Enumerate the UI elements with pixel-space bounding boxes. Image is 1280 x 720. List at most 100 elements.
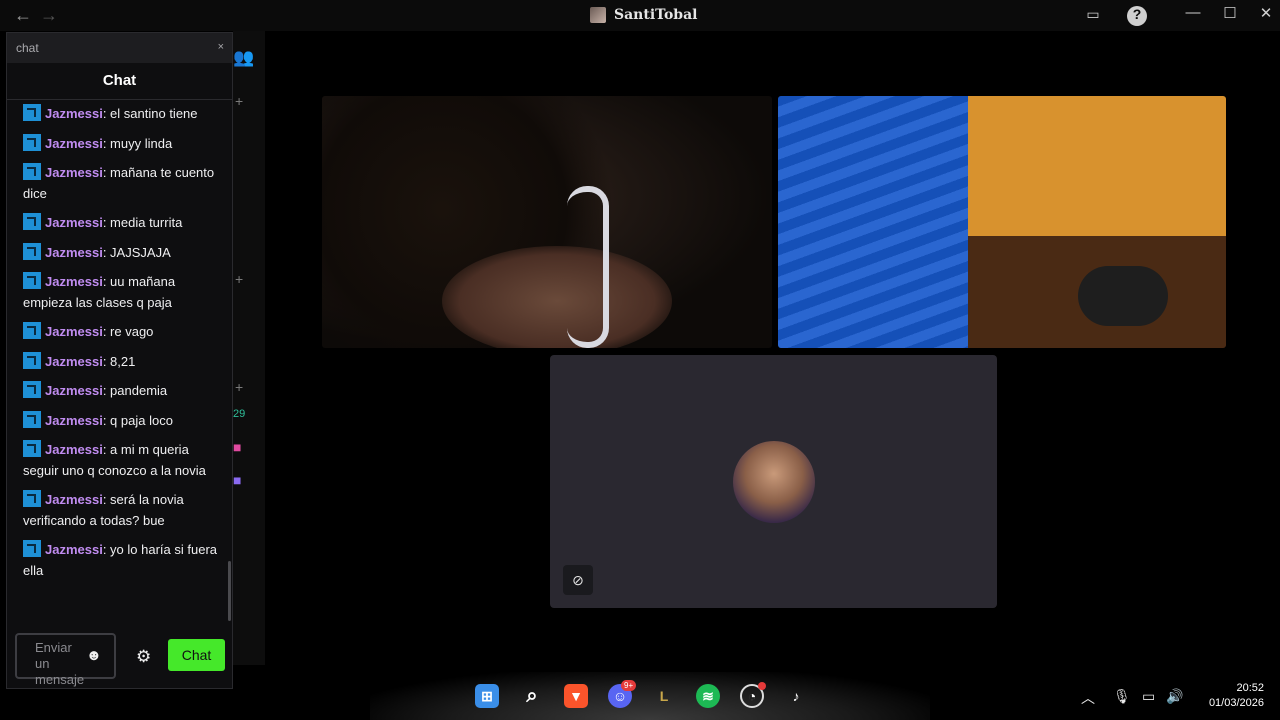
close-button[interactable]: ✕ (1256, 4, 1276, 26)
user-badge-icon (23, 322, 41, 339)
league-of-legends-icon[interactable]: L (652, 684, 676, 708)
windows-start-icon[interactable]: ⊞ (475, 684, 499, 708)
chat-message-text: : media turrita (102, 215, 183, 230)
chat-message: Jazmessi: pandemia (7, 377, 227, 407)
user-badge-icon (23, 410, 41, 428)
chat-send-button[interactable]: Chat (168, 639, 225, 671)
plus-icon[interactable]: + (235, 379, 243, 395)
clock-time: 20:52 (1236, 682, 1264, 694)
chat-message: Jazmessi: mañana te cuento dice (7, 159, 227, 209)
video-tile-participant-1[interactable] (322, 96, 772, 348)
chat-message: Jazmessi: a mi m queria seguir uno q con… (7, 436, 227, 486)
video-frame (968, 96, 1226, 236)
user-badge-icon (23, 351, 41, 369)
window-title-text: SantiTobal (614, 7, 698, 23)
chat-message: Jazmessi: uu mañana empieza las clases q… (7, 268, 227, 318)
chat-message-list[interactable]: Jazmessi: el santino tiene Jazmessi: muyy… (7, 100, 227, 620)
chat-close-button[interactable]: × (218, 41, 224, 53)
chat-username[interactable]: Jazmessi (45, 492, 103, 507)
brave-browser-icon[interactable]: ▼ (564, 684, 588, 708)
chat-message: Jazmessi: 8,21 (7, 348, 227, 378)
chat-username[interactable]: Jazmessi (45, 215, 103, 230)
chat-username[interactable]: Jazmessi (45, 383, 103, 398)
window-title: SantiTobal (590, 7, 697, 23)
headphones-shape (567, 186, 609, 348)
back-arrow-icon[interactable]: ← (14, 5, 32, 26)
app-icon[interactable]: ■ (233, 439, 241, 455)
video-frame (442, 246, 672, 348)
taskbar (370, 672, 930, 720)
help-icon[interactable]: ? (1127, 6, 1147, 26)
chat-scrollbar[interactable] (228, 561, 231, 621)
user-badge-icon (23, 381, 41, 398)
chat-username[interactable]: Jazmessi (45, 106, 103, 121)
title-bar: ← → SantiTobal ▭ ? — ☐ ✕ (0, 0, 1280, 31)
chat-message-text: : muyy linda (102, 135, 173, 151)
microphone-shape (1078, 266, 1168, 326)
user-badge-icon (23, 163, 41, 180)
clock-date: 01/03/2026 (1208, 697, 1264, 709)
maximize-button[interactable]: ☐ (1220, 4, 1240, 26)
network-icon[interactable]: ▭ (1142, 688, 1155, 705)
chat-username[interactable]: Jazmessi (45, 245, 103, 260)
chat-input-placeholder: Enviar un mensaje (35, 640, 85, 687)
chat-window-header: chat × (7, 33, 232, 63)
chat-username[interactable]: Jazmessi (45, 542, 103, 557)
chat-username[interactable]: Jazmessi (45, 354, 103, 369)
tiktok-icon[interactable]: ♪ (784, 684, 808, 708)
search-icon[interactable]: ⌕ (520, 684, 544, 708)
chat-message: Jazmessi: el santino tiene (7, 100, 227, 130)
chat-message: Jazmessi: JAJSJAJA (7, 239, 227, 269)
user-badge-icon (23, 104, 41, 121)
chat-message: Jazmessi: re vago (7, 318, 227, 348)
chat-message-text: : JAJSJAJA (102, 244, 171, 260)
video-tile-participant-3[interactable]: ⊘ (550, 355, 997, 608)
minimize-button[interactable]: — (1183, 4, 1203, 26)
user-badge-icon (23, 242, 41, 260)
chat-message-text: : re vago (102, 324, 154, 339)
video-frame (778, 96, 968, 348)
chat-message: Jazmessi: será la novia verificando a to… (7, 486, 227, 536)
chat-message: Jazmessi: q paja loco (7, 407, 227, 437)
channel-avatar (590, 7, 606, 23)
add-friend-icon[interactable]: 👥 (233, 48, 254, 68)
chat-username[interactable]: Jazmessi (45, 136, 103, 151)
chevron-up-icon[interactable]: ︿ (1081, 688, 1095, 708)
user-badge-icon (23, 440, 41, 457)
emoji-icon[interactable]: ☻ (86, 647, 102, 664)
chat-username[interactable]: Jazmessi (45, 274, 103, 289)
inbox-icon[interactable]: ▭ (1083, 6, 1103, 26)
chat-title: Chat (7, 63, 232, 100)
user-badge-icon (23, 213, 41, 230)
chat-username[interactable]: Jazmessi (45, 165, 103, 180)
volume-icon[interactable]: 🔊 (1166, 688, 1183, 705)
video-tile-participant-2[interactable] (778, 96, 1226, 348)
chat-message-input[interactable]: Enviar un mensaje ☻ (15, 633, 116, 687)
chat-message-text: : el santino tiene (102, 106, 198, 121)
plus-icon[interactable]: + (235, 93, 243, 109)
plus-icon[interactable]: + (235, 271, 243, 287)
app-icon[interactable]: ■ (233, 472, 241, 488)
user-badge-icon (23, 540, 41, 557)
chat-message: Jazmessi: media turrita (7, 209, 227, 239)
chat-message-text: : 8,21 (102, 353, 136, 369)
chat-message-text: : pandemia (102, 383, 168, 398)
microphone-icon[interactable]: 🎙 (1113, 688, 1131, 705)
user-badge-icon (23, 133, 41, 151)
chat-panel: chat × Chat Jazmessi: el santino tiene Ja… (6, 32, 233, 689)
chat-message: Jazmessi: yo lo haría si fuera ella (7, 536, 227, 586)
chat-username[interactable]: Jazmessi (45, 324, 103, 339)
chat-settings-gear-icon[interactable]: ⚙ (136, 647, 151, 667)
camera-off-icon[interactable]: ⊘ (563, 565, 593, 595)
chat-message-text: : q paja loco (102, 412, 173, 428)
forward-arrow-icon[interactable]: → (40, 5, 58, 26)
taskbar-clock[interactable]: 20:52 01/03/2026 (1198, 681, 1264, 711)
user-badge-icon (23, 490, 41, 507)
spotify-icon[interactable]: ≋ (696, 684, 720, 708)
chat-tab-label: chat (16, 41, 39, 55)
discord-notification-badge: 9+ (621, 680, 637, 691)
chat-username[interactable]: Jazmessi (45, 413, 103, 428)
chat-username[interactable]: Jazmessi (45, 442, 103, 457)
user-badge-icon (23, 272, 41, 289)
chat-message: Jazmessi: muyy linda (7, 130, 227, 160)
